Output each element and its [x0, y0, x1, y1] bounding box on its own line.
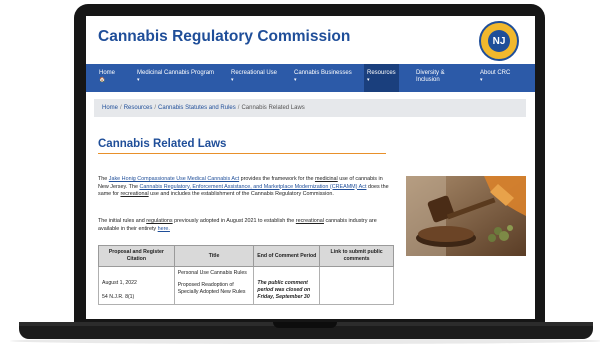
honig-act-link[interactable]: Jake Honig Compassionate Use Medical Can… [109, 176, 239, 182]
citation-date: August 1, 2022 [102, 280, 137, 286]
gavel-cannabis-photo [406, 176, 526, 256]
text: provides the framework for the [239, 176, 315, 182]
text: use and includes the establishment of th… [148, 191, 334, 198]
chevron-down-icon: ▾ [294, 77, 297, 83]
medicinal-term: medicinal [314, 176, 338, 182]
citation-cell: August 1, 2022 54 N.J.R. 8(1) [98, 266, 175, 305]
text: previously adopted in August 2021 to est… [172, 218, 296, 224]
text: The initial rules and [98, 218, 147, 224]
breadcrumb-separator: / [237, 105, 240, 111]
regulations-term: regulations [146, 218, 173, 224]
breadcrumb-resources[interactable]: Resources [124, 105, 153, 111]
laptop-screen: Cannabis Regulatory Commission NJ Home 🏠… [86, 16, 535, 319]
site-title[interactable]: Cannabis Regulatory Commission [98, 28, 350, 46]
nav-item-label: Diversity & [416, 70, 445, 76]
home-icon: 🏠 [99, 77, 106, 83]
breadcrumb-statutes-rules[interactable]: Cannabis Statutes and Rules [158, 105, 236, 111]
gavel-icon [406, 176, 526, 256]
breadcrumb: Home / Resources / Cannabis Statutes and Rul… [94, 99, 526, 117]
nav-item-label: Home [99, 70, 116, 76]
col-header-comment-period: End of Comment Period [253, 245, 321, 267]
breadcrumb-separator: / [154, 105, 157, 111]
col-header-citation: Proposal and Register Citation [98, 245, 175, 267]
breadcrumb-current: Cannabis Related Laws [241, 105, 305, 111]
recreational-term: recreational [120, 191, 149, 198]
nav-item-cannabis-businesses[interactable]: Cannabis Businesses ▾ [294, 64, 352, 92]
nav-item-label-line2: Inclusion [416, 77, 440, 83]
recreational-term: recreational [295, 218, 324, 224]
table-header-row: Proposal and Register Citation Title End… [98, 245, 394, 267]
breadcrumb-separator: / [120, 105, 122, 111]
rule-subtitle: Proposed Readoption of Specially Adopted… [177, 282, 246, 295]
comment-period-cell: The public comment period was closed on … [253, 266, 321, 305]
nav-item-label: Medicinal Cannabis Program [137, 70, 215, 76]
table-row: August 1, 2022 54 N.J.R. 8(1) Personal U… [98, 266, 394, 305]
nav-item-diversity-inclusion[interactable]: Diversity & Inclusion [416, 64, 445, 92]
rule-title: Personal Use Cannabis Rules [177, 270, 247, 276]
title-cell: Personal Use Cannabis Rules Proposed Rea… [173, 266, 255, 305]
nav-item-label: Cannabis Businesses [294, 70, 352, 76]
state-seal-logo[interactable]: NJ [479, 21, 519, 61]
nav-item-medicinal-cannabis-program[interactable]: Medicinal Cannabis Program ▾ [137, 64, 214, 92]
nav-item-resources[interactable]: Resources ▾ [364, 64, 399, 92]
page-title: Cannabis Related Laws [98, 138, 227, 150]
seal-glyph: NJ [488, 30, 510, 52]
nav-item-home[interactable]: Home 🏠 [99, 64, 115, 92]
heading-divider [98, 153, 386, 154]
text: The [98, 176, 109, 182]
col-header-title: Title [173, 245, 255, 267]
chevron-down-icon: ▾ [480, 77, 483, 83]
main-nav: Home 🏠 Medicinal Cannabis Program ▾ Recr… [86, 64, 535, 92]
nav-item-label: Resources [367, 70, 396, 76]
laws-table: Proposal and Register Citation Title End… [98, 245, 394, 305]
comment-period-text: The public comment period was closed on … [257, 280, 311, 300]
breadcrumb-home[interactable]: Home [102, 105, 118, 111]
rules-paragraph: The initial rules and regulations previo… [98, 218, 390, 233]
comment-link-cell [319, 266, 394, 305]
site-header: Cannabis Regulatory Commission NJ [86, 16, 535, 64]
intro-paragraph: The Jake Honig Compassionate Use Medical… [98, 176, 390, 199]
rules-here-link[interactable]: here. [158, 226, 170, 232]
creamm-act-link[interactable]: Cannabis Regulatory, Enforcement Assista… [139, 184, 366, 190]
col-header-comment-link: Link to submit public comments [319, 245, 394, 267]
nav-item-recreational-use[interactable]: Recreational Use ▾ [231, 64, 277, 92]
nav-item-label: About CRC [480, 70, 511, 76]
citation-register: 54 N.J.R. 8(1) [102, 294, 135, 300]
chevron-down-icon: ▾ [137, 77, 140, 83]
chevron-down-icon: ▾ [231, 77, 234, 83]
nav-item-label: Recreational Use [231, 70, 278, 76]
laptop-notch [273, 322, 337, 328]
chevron-down-icon: ▾ [367, 77, 370, 83]
nav-item-about-crc[interactable]: About CRC ▾ [480, 64, 510, 92]
